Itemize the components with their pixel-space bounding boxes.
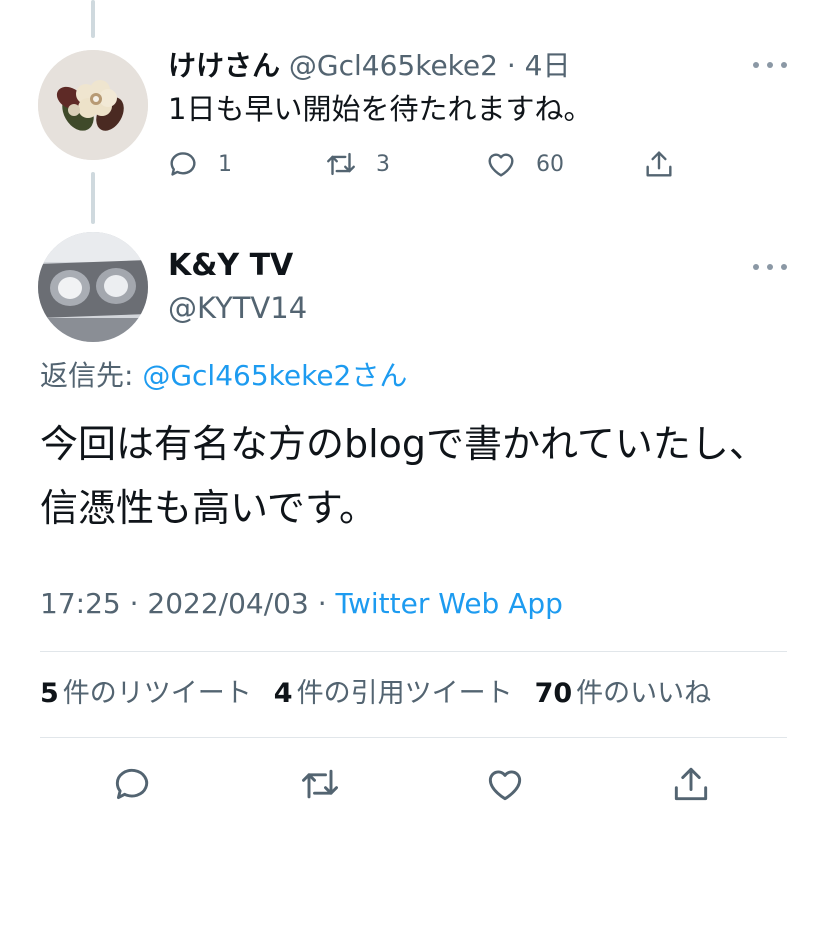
share-icon [646, 151, 672, 177]
main-tweet-text: 今回は有名な方のblogで書かれていたし、信憑性も高いです。 [40, 422, 767, 530]
main-retweet-button[interactable] [298, 762, 342, 806]
stat-quote-tweets[interactable]: 4 件の引用ツイート [274, 674, 513, 714]
tweet-meta: 17:25 · 2022/04/03 · Twitter Web App [40, 584, 563, 624]
reply-icon [170, 152, 196, 176]
reply-separator: · [506, 49, 516, 82]
more-icon[interactable] [753, 261, 787, 273]
share-button[interactable] [642, 144, 676, 184]
like-count: 60 [536, 151, 564, 177]
tweet-stats: 5 件のリツイート 4 件の引用ツイート 70 件のいいね [40, 674, 733, 714]
reply-tweet-text: 1日も早い開始を待たれますね。 [168, 92, 593, 126]
reply-author-handle[interactable]: @Gcl465keke2 [289, 49, 498, 82]
divider [40, 651, 787, 652]
reply-author-name[interactable]: けけさん [168, 49, 280, 82]
reply-to-suffix[interactable]: さん [351, 359, 407, 392]
tweet-source[interactable]: Twitter Web App [336, 587, 563, 620]
tweet-date[interactable]: 2022/04/03 [147, 587, 308, 620]
reply-to-label: 返信先: [40, 359, 134, 392]
retweet-button[interactable]: 3 [324, 144, 390, 184]
headlight-image [38, 232, 148, 342]
main-like-button[interactable] [483, 762, 527, 806]
retweet-icon [327, 152, 355, 176]
flower-brooch-image [38, 50, 148, 160]
main-author-handle[interactable]: @KYTV14 [168, 288, 307, 328]
like-button[interactable]: 60 [484, 144, 564, 184]
retweet-count: 3 [376, 151, 390, 177]
meta-separator: · [317, 587, 327, 620]
retweet-icon [302, 769, 338, 799]
meta-separator: · [129, 587, 139, 620]
reply-icon [115, 768, 149, 800]
reply-header: けけさん @Gcl465keke2 · 4日 [168, 46, 570, 86]
divider [40, 737, 787, 738]
tweet-time[interactable]: 17:25 [40, 587, 121, 620]
avatar-kytv[interactable] [38, 232, 148, 342]
share-icon [674, 767, 708, 801]
reply-to-mention[interactable]: @Gcl465keke2 [142, 359, 351, 392]
reply-time-ago[interactable]: 4日 [525, 49, 571, 82]
more-icon[interactable] [753, 59, 787, 71]
reply-reply-button[interactable]: 1 [166, 144, 232, 184]
main-share-button[interactable] [669, 762, 713, 806]
stat-likes[interactable]: 70 件のいいね [535, 674, 712, 714]
avatar-keke[interactable] [38, 50, 148, 160]
thread-line-top [91, 0, 95, 38]
stat-retweets[interactable]: 5 件のリツイート [40, 674, 252, 714]
heart-icon [488, 770, 522, 801]
reply-count: 1 [218, 151, 232, 177]
main-author-name[interactable]: K&Y TV [168, 246, 293, 286]
reply-to-line: 返信先: @Gcl465keke2さん [40, 356, 407, 396]
heart-icon [488, 153, 514, 177]
thread-line-connector [91, 172, 95, 224]
main-reply-button[interactable] [110, 762, 154, 806]
